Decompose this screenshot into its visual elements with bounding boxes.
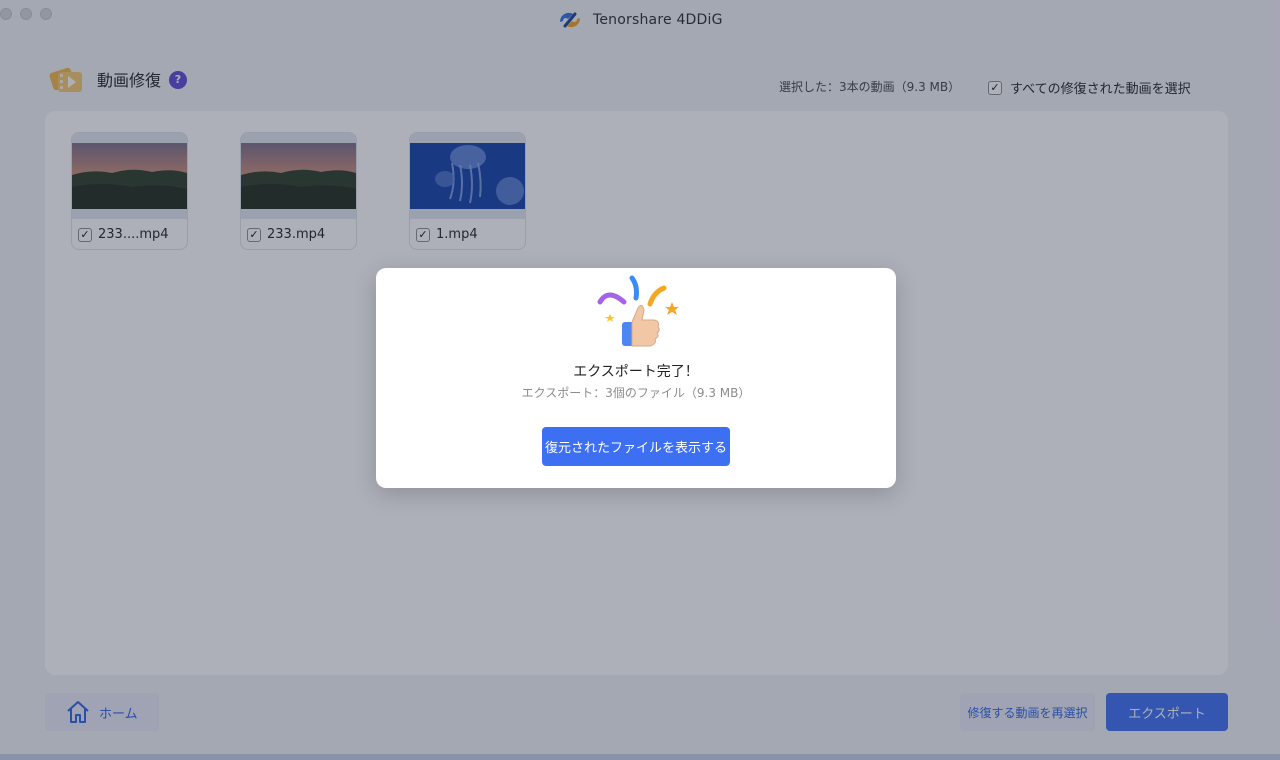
window-bottom-edge (0, 754, 1280, 760)
thumbs-up-celebration-icon (597, 275, 679, 347)
export-complete-dialog: エクスポート完了！ エクスポート：3個のファイル（9.3 MB） 復元されたファ… (376, 268, 896, 488)
show-recovered-files-button[interactable]: 復元されたファイルを表示する (542, 427, 730, 466)
dialog-title: エクスポート完了！ (573, 364, 699, 380)
app-window: Tenorshare 4DDiG 動画修復 ? 選択した：3本の動画（9.3 M… (0, 0, 1280, 760)
dialog-subtitle: エクスポート：3個のファイル（9.3 MB） (521, 386, 751, 400)
